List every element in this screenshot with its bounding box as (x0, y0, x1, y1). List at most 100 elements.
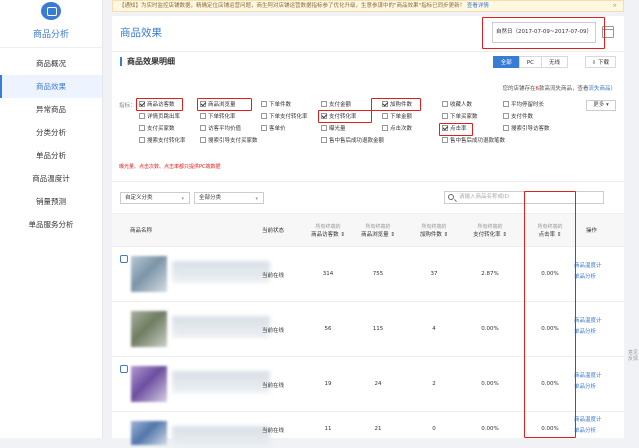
metric-option[interactable]: 详情页跳出率 (139, 113, 180, 121)
checkbox-icon[interactable] (200, 137, 206, 143)
col-cart[interactable]: 所有终端的 加购件数 ⇕ (414, 223, 454, 239)
thermometer-link[interactable]: 商品温度计 (574, 371, 602, 382)
col-ctr[interactable]: 所有终端的 点击率 ⇕ (530, 223, 570, 239)
sidebar-item-service[interactable]: 单品服务分析 (0, 213, 102, 236)
checkbox-icon[interactable] (382, 125, 388, 131)
checkbox-icon[interactable] (261, 113, 267, 119)
metric-option[interactable]: 平均停留时长 (503, 101, 544, 109)
col-action: 操作 (586, 228, 598, 234)
sidebar-item-category[interactable]: 分类分析 (0, 121, 102, 144)
more-button[interactable]: 更多 ▾ (586, 100, 616, 111)
metric-option[interactable]: 商品访客数 (139, 101, 175, 109)
metric-option[interactable]: 支付金额 (321, 101, 351, 109)
metric-option[interactable]: 收藏人数 (442, 101, 472, 109)
col-visitors[interactable]: 所有终端的 商品访客数 ⇕ (308, 223, 348, 239)
product-title-blurred[interactable] (172, 261, 270, 283)
download-button[interactable]: ⇩ 下载 (584, 56, 616, 68)
metric-option[interactable]: 下单件数 (261, 101, 291, 109)
metric-option[interactable]: 售中售后成功退款金额 (321, 137, 384, 145)
product-thumbnail[interactable] (131, 311, 167, 347)
date-range-picker[interactable]: 自然日（2017-07-09~2017-07-09） (492, 22, 596, 43)
checkbox-icon[interactable] (442, 125, 448, 131)
metric-option[interactable]: 客单价 (261, 125, 286, 133)
sidebar-item-overview[interactable]: 商品概况 (0, 52, 102, 75)
calendar-icon[interactable] (602, 26, 614, 38)
single-analysis-link[interactable]: 单品分析 (574, 327, 602, 338)
checkbox-icon[interactable] (139, 113, 145, 119)
metric-option[interactable]: 下单支付转化率 (261, 113, 308, 121)
single-analysis-link[interactable]: 单品分析 (574, 382, 602, 393)
metric-option[interactable]: 点击次数 (382, 125, 412, 133)
sidebar-item-forecast[interactable]: 销量预测 (0, 190, 102, 213)
metric-option[interactable]: 支付买家数 (139, 125, 175, 133)
single-analysis-link[interactable]: 单品分析 (574, 272, 602, 283)
metric-option[interactable]: 曝光量 (321, 125, 346, 133)
product-thumbnail[interactable] (131, 421, 167, 445)
metric-option[interactable]: 访客平均价值 (200, 125, 241, 133)
close-icon[interactable]: × (612, 1, 617, 11)
checkbox-icon[interactable] (321, 137, 327, 143)
col-sub: 所有终端的 (477, 224, 503, 230)
product-thumbnail[interactable] (131, 366, 167, 402)
col-conversion[interactable]: 所有终端的 支付转化率 ⇕ (468, 223, 512, 239)
metric-option[interactable]: 搜索引导支付买家数 (200, 137, 258, 145)
metric-option[interactable]: 搜索支付转化率 (139, 137, 186, 145)
metric-option[interactable]: 售中售后成功退款笔数 (442, 137, 505, 145)
checkbox-icon[interactable] (503, 125, 509, 131)
metric-label: 搜索支付转化率 (147, 138, 186, 144)
checkbox-icon[interactable] (261, 101, 267, 107)
sidebar-item-single[interactable]: 单品分析 (0, 144, 102, 167)
custom-category-select[interactable]: 自定义分类 ▾ (120, 192, 190, 204)
segment-all[interactable]: 全部 (492, 56, 520, 68)
checkbox-icon[interactable] (139, 101, 145, 107)
metric-option[interactable]: 下单转化率 (200, 113, 236, 121)
checkbox-icon[interactable] (139, 125, 145, 131)
hint-link[interactable]: 流失商品） (588, 86, 616, 92)
product-title-blurred[interactable] (172, 316, 270, 338)
metric-option[interactable]: 点击率 (442, 125, 467, 133)
checkbox-icon[interactable] (321, 101, 327, 107)
metric-option[interactable]: 下单金额 (382, 113, 412, 121)
segment-pc[interactable]: PC (518, 56, 542, 68)
metric-label: 点击率 (450, 126, 467, 132)
product-title-blurred[interactable] (172, 371, 270, 393)
checkbox-icon[interactable] (503, 101, 509, 107)
product-thumbnail[interactable] (131, 256, 167, 292)
metric-option[interactable]: 下单买家数 (442, 113, 478, 121)
product-title-blurred[interactable] (172, 426, 270, 448)
metrics-label: 指标： (119, 103, 136, 109)
checkbox-icon[interactable] (503, 113, 509, 119)
checkbox-icon[interactable] (261, 125, 267, 131)
search-input[interactable]: 请输入商品名称或ID (444, 191, 604, 204)
checkbox-icon[interactable] (200, 113, 206, 119)
checkbox-icon[interactable] (200, 125, 206, 131)
feedback-widget[interactable]: 意见反馈 (627, 350, 639, 362)
metric-option[interactable]: 支付件数 (503, 113, 533, 121)
sidebar-item-thermometer[interactable]: 商品温度计 (0, 167, 102, 190)
checkbox-icon[interactable] (321, 125, 327, 131)
metric-option[interactable]: 搜索引导访客数 (503, 125, 550, 133)
checkbox-icon[interactable] (442, 137, 448, 143)
all-category-select[interactable]: 全部分类 ▾ (194, 192, 264, 204)
single-analysis-link[interactable]: 单品分析 (574, 426, 602, 437)
checkbox-icon[interactable] (442, 113, 448, 119)
checkbox-icon[interactable] (382, 101, 388, 107)
checkbox-icon[interactable] (139, 137, 145, 143)
checkbox-icon[interactable] (382, 113, 388, 119)
sidebar-item-abnormal[interactable]: 异常商品 (0, 98, 102, 121)
thermometer-link[interactable]: 商品温度计 (574, 261, 602, 272)
col-pv[interactable]: 所有终端的 商品浏览量 ⇕ (358, 223, 398, 239)
checkbox-icon[interactable] (442, 101, 448, 107)
sidebar-item-effect[interactable]: 商品效果 (0, 75, 102, 98)
checkbox-icon[interactable] (200, 101, 206, 107)
loss-hint: 您的店铺存在6款高流失商品，查看流失商品） (502, 84, 616, 92)
thermometer-link[interactable]: 商品温度计 (574, 415, 602, 426)
metric-option[interactable]: 支付转化率 (321, 113, 357, 121)
col-sub: 所有终端的 (421, 224, 447, 230)
metric-option[interactable]: 商品浏览量 (200, 101, 236, 109)
segment-wireless[interactable]: 无线 (540, 56, 568, 68)
checkbox-icon[interactable] (321, 113, 327, 119)
notice-link[interactable]: 查看详情 (467, 3, 489, 9)
metric-option[interactable]: 加购件数 (382, 101, 412, 109)
thermometer-link[interactable]: 商品温度计 (574, 316, 602, 327)
